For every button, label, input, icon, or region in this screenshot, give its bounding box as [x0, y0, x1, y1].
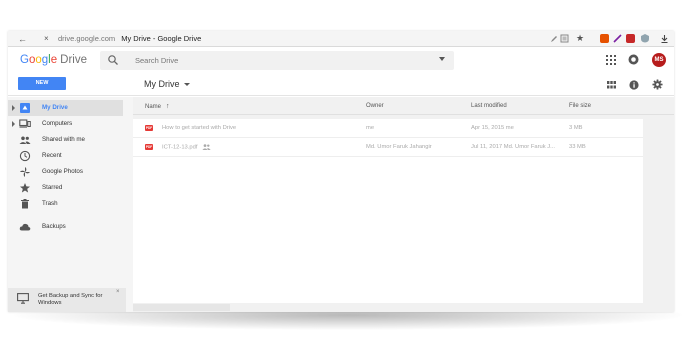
- sidebar-item-backups[interactable]: Backups: [8, 219, 123, 235]
- column-header-file-size[interactable]: File size: [569, 103, 591, 109]
- pencil-icon[interactable]: [550, 35, 558, 43]
- file-name: ICT-12-13.pdf: [162, 144, 198, 151]
- info-icon[interactable]: [629, 80, 639, 90]
- star-icon: [20, 183, 30, 193]
- file-list: PDF How to get started with Drive me Apr…: [133, 119, 643, 303]
- backup-sync-promo[interactable]: Get Backup and Sync for Windows ×: [8, 288, 126, 312]
- sidebar-item-trash[interactable]: Trash: [8, 196, 123, 212]
- cloud-icon: [19, 223, 31, 231]
- drive-icon: [20, 103, 30, 113]
- my-drive-menu[interactable]: My Drive: [144, 79, 190, 89]
- file-name: How to get started with Drive: [162, 125, 237, 131]
- sidebar-item-label: Recent: [42, 152, 62, 159]
- chevron-down-icon: [183, 83, 190, 87]
- pen-extension-icon[interactable]: [613, 34, 622, 43]
- star-icon[interactable]: ★: [576, 32, 584, 44]
- close-icon[interactable]: ×: [116, 289, 120, 295]
- sidebar-item-label: Starred: [42, 184, 63, 191]
- file-list-area: Name ↑ Owner Last modified File size PDF …: [133, 97, 674, 312]
- search-placeholder: Search Drive: [135, 56, 179, 65]
- browser-address-bar: ← × drive.google.com My Drive - Google D…: [8, 31, 674, 47]
- url-field[interactable]: drive.google.com My Drive - Google Drive: [58, 34, 201, 43]
- backup-promo-text: Get Backup and Sync for Windows: [38, 293, 103, 306]
- download-icon[interactable]: [660, 34, 669, 44]
- sidebar-item-label: Shared with me: [42, 136, 85, 143]
- page-icon[interactable]: [560, 34, 569, 43]
- sidebar-item-label: Backups: [42, 223, 66, 230]
- url-text: drive.google.com: [58, 34, 116, 43]
- clock-icon: [19, 150, 31, 162]
- shared-people-icon: [202, 144, 212, 150]
- people-icon: [19, 136, 31, 144]
- sidebar-item-computers[interactable]: Computers: [8, 116, 123, 132]
- table-row[interactable]: PDF How to get started with Drive me Apr…: [133, 119, 643, 138]
- trash-icon: [21, 199, 29, 209]
- sort-arrow-icon[interactable]: ↑: [166, 103, 170, 110]
- download-shield-icon[interactable]: [640, 33, 650, 43]
- sidebar-item-label: Computers: [42, 120, 73, 127]
- sidebar-item-shared-with-me[interactable]: Shared with me: [8, 132, 123, 148]
- column-header-name[interactable]: Name ↑: [145, 103, 170, 110]
- grid-view-icon[interactable]: [607, 81, 616, 89]
- file-modified: Apr 15, 2015 me: [471, 125, 514, 131]
- file-size: 33 MB: [569, 144, 586, 150]
- table-row[interactable]: PDF ICT-12-13.pdf Md. Umor Faruk Jahangi…: [133, 138, 643, 157]
- sidebar-item-starred[interactable]: Starred: [8, 180, 123, 196]
- search-options-dropdown-icon[interactable]: [439, 57, 445, 61]
- drive-header: Google Drive Search Drive MS: [8, 48, 674, 74]
- search-input[interactable]: Search Drive: [100, 51, 454, 70]
- computer-icon: [19, 119, 31, 128]
- horizontal-scrollbar[interactable]: [133, 304, 230, 311]
- page-title: My Drive: [144, 79, 180, 89]
- drive-toolbar: NEW My Drive: [8, 74, 674, 96]
- back-arrow-icon[interactable]: ←: [18, 33, 27, 45]
- google-drive-logo[interactable]: Google Drive: [20, 54, 87, 66]
- browser-window: ← × drive.google.com My Drive - Google D…: [8, 31, 674, 312]
- file-size: 3 MB: [569, 125, 583, 131]
- file-owner: me: [366, 125, 375, 131]
- avatar[interactable]: MS: [652, 53, 666, 67]
- pdf-file-icon: PDF: [145, 125, 153, 131]
- notifications-icon[interactable]: [628, 54, 639, 65]
- pinwheel-icon: [20, 167, 30, 177]
- stop-icon[interactable]: ×: [44, 33, 49, 45]
- file-modified: Jul 11, 2017 Md. Umor Faruk J...: [471, 144, 555, 150]
- sidebar-item-label: Trash: [42, 200, 58, 207]
- screenshot-stage: ← × drive.google.com My Drive - Google D…: [0, 0, 691, 342]
- column-header-owner[interactable]: Owner: [366, 103, 384, 109]
- file-name-cell: ICT-12-13.pdf: [162, 144, 352, 151]
- apps-grid-icon[interactable]: [606, 55, 616, 65]
- expand-arrow-icon[interactable]: [12, 105, 15, 111]
- search-icon[interactable]: [107, 54, 119, 66]
- sidebar-item-label: Google Photos: [42, 168, 83, 175]
- sidebar-item-recent[interactable]: Recent: [8, 148, 123, 164]
- pdf-extension-icon[interactable]: [626, 34, 635, 43]
- new-button[interactable]: NEW: [18, 77, 66, 90]
- file-owner: Md. Umor Faruk Jahangir: [366, 144, 432, 150]
- expand-arrow-icon[interactable]: [12, 121, 15, 127]
- sidebar-item-google-photos[interactable]: Google Photos: [8, 164, 123, 180]
- tab-title: My Drive - Google Drive: [121, 34, 202, 43]
- sidebar-item-label: My Drive: [42, 104, 68, 111]
- sidebar-item-my-drive[interactable]: My Drive: [8, 100, 123, 116]
- pdf-file-icon: PDF: [145, 144, 153, 150]
- column-header-last-modified[interactable]: Last modified: [471, 103, 507, 109]
- monitor-icon: [17, 293, 29, 304]
- extension-icon[interactable]: [600, 34, 609, 43]
- list-header: Name ↑ Owner Last modified File size: [133, 97, 674, 115]
- gear-icon[interactable]: [652, 79, 663, 90]
- sidebar: My Drive Computers Shared with me Recent…: [8, 97, 133, 312]
